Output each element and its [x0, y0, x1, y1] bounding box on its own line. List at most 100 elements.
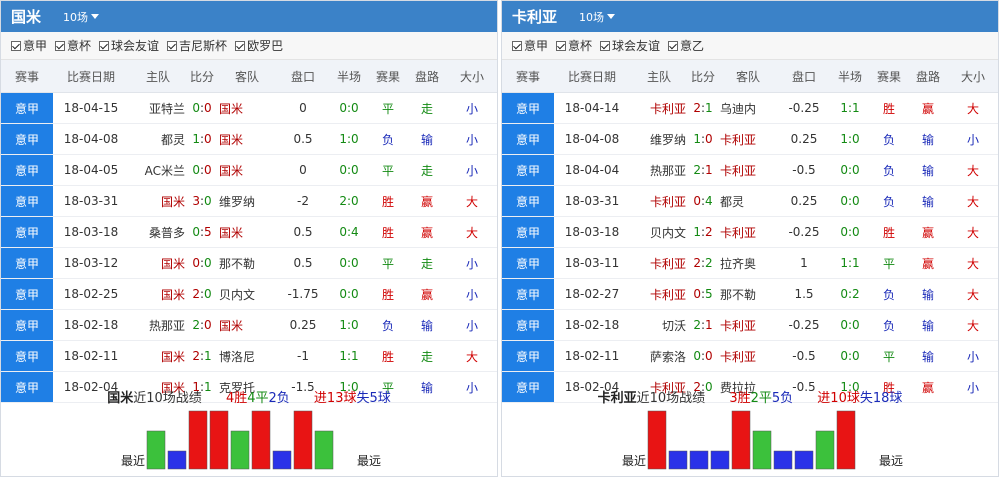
competition-cell[interactable]: 意甲: [1, 309, 53, 341]
handicap-result-cell: 走: [407, 340, 447, 372]
score-away: 1: [705, 101, 713, 115]
match-count-dropdown[interactable]: 10场: [63, 9, 100, 25]
handicap-result-cell: 赢: [407, 278, 447, 310]
result-cell: 负: [870, 185, 908, 217]
home-team-cell: 卡利亚: [630, 278, 688, 310]
filter-label: 意杯: [67, 39, 92, 53]
competition-cell[interactable]: 意甲: [502, 309, 554, 341]
table-row[interactable]: 意甲 18-02-18 热那亚 2:0 国米 0.25 1:0 负输小: [1, 309, 497, 341]
handicap-line-cell: 0: [277, 92, 329, 124]
filter-4[interactable]: 欧罗巴: [235, 37, 283, 54]
score-home: 2: [693, 256, 701, 270]
checkbox-checked-icon[interactable]: [99, 40, 110, 51]
score-cell: 0:0: [187, 92, 217, 124]
date-cell: 18-03-31: [53, 185, 129, 217]
checkbox-checked-icon[interactable]: [11, 40, 21, 51]
competition-cell[interactable]: 意甲: [502, 123, 554, 155]
competition-cell[interactable]: 意甲: [1, 123, 53, 155]
score-away: 0: [204, 101, 212, 115]
filter-3[interactable]: 吉尼斯杯: [167, 37, 227, 54]
table-row[interactable]: 意甲 18-04-05 AC米兰 0:0 国米 0 0:0 平走小: [1, 154, 497, 186]
handicap-line-cell: 1: [778, 247, 830, 279]
half-time-cell: 1:1: [329, 340, 369, 372]
score-home: 0: [192, 101, 200, 115]
table-row[interactable]: 意甲 18-03-31 国米 3:0 维罗纳 -2 2:0 胜赢大: [1, 185, 497, 217]
checkbox-checked-icon[interactable]: [668, 40, 679, 51]
filter-2[interactable]: 球会友谊: [600, 37, 660, 54]
filter-1[interactable]: 意杯: [556, 37, 592, 54]
home-team-cell: 贝内文: [630, 216, 688, 248]
checkbox-checked-icon[interactable]: [55, 40, 66, 51]
checkbox-checked-icon[interactable]: [235, 40, 246, 51]
table-row[interactable]: 意甲 18-04-14 卡利亚 2:1 乌迪内 -0.25 1:1 胜赢大: [502, 92, 998, 124]
score-cell: 3:0: [187, 185, 217, 217]
home-team-cell: 桑普多: [129, 216, 187, 248]
over-under-cell: 小: [447, 92, 497, 124]
competition-cell[interactable]: 意甲: [1, 340, 53, 372]
competition-cell[interactable]: 意甲: [1, 154, 53, 186]
table-row[interactable]: 意甲 18-02-27 卡利亚 0:5 那不勒 1.5 0:2 负输大: [502, 278, 998, 310]
home-team-cell: 热那亚: [630, 154, 688, 186]
table-row[interactable]: 意甲 18-02-25 国米 2:0 贝内文 -1.75 0:0 胜赢小: [1, 278, 497, 310]
table-row[interactable]: 意甲 18-04-08 都灵 1:0 国米 0.5 1:0 负输小: [1, 123, 497, 155]
table-row[interactable]: 意甲 18-02-18 切沃 2:1 卡利亚 -0.25 0:0 负输大: [502, 309, 998, 341]
table-row[interactable]: 意甲 18-03-31 卡利亚 0:4 都灵 0.25 0:0 负输大: [502, 185, 998, 217]
form-bar-win: [731, 410, 751, 470]
away-team-cell: 卡利亚: [718, 154, 778, 186]
filter-0[interactable]: 意甲: [11, 37, 47, 54]
match-count-dropdown[interactable]: 10场: [579, 9, 616, 25]
checkbox-checked-icon[interactable]: [600, 40, 611, 51]
competition-cell[interactable]: 意甲: [502, 216, 554, 248]
table-row[interactable]: 意甲 18-03-11 卡利亚 2:2 拉齐奥 1 1:1 平赢大: [502, 247, 998, 279]
table-row[interactable]: 意甲 18-02-11 国米 2:1 博洛尼 -1 1:1 胜走大: [1, 340, 497, 372]
match-table: 赛事 比赛日期 主队 比分 客队 盘口 半场 赛果 盘路 大小 意甲 18-04-14 卡利亚 2:1 乌…: [502, 60, 998, 403]
checkbox-checked-icon[interactable]: [167, 40, 178, 51]
handicap-result-cell: 赢: [407, 185, 447, 217]
table-row[interactable]: 意甲 18-04-04 热那亚 2:1 卡利亚 -0.5 0:0 负输大: [502, 154, 998, 186]
half-time-cell: 0:0: [329, 247, 369, 279]
table-row[interactable]: 意甲 18-04-08 维罗纳 1:0 卡利亚 0.25 1:0 负输小: [502, 123, 998, 155]
filter-3[interactable]: 意乙: [668, 37, 704, 54]
competition-cell[interactable]: 意甲: [502, 278, 554, 310]
form-bars: [647, 410, 856, 470]
over-under-cell: 大: [948, 154, 998, 186]
competition-cell[interactable]: 意甲: [502, 154, 554, 186]
away-team-cell: 卡利亚: [718, 123, 778, 155]
checkbox-checked-icon[interactable]: [512, 40, 522, 51]
competition-cell[interactable]: 意甲: [1, 278, 53, 310]
score-cell: 1:0: [688, 123, 718, 155]
result-cell: 平: [870, 247, 908, 279]
filter-0[interactable]: 意甲: [512, 37, 548, 54]
filter-2[interactable]: 球会友谊: [99, 37, 159, 54]
table-row[interactable]: 意甲 18-02-11 萨索洛 0:0 卡利亚 -0.5 0:0 平输小: [502, 340, 998, 372]
team-name: 卡利亚: [512, 8, 558, 26]
competition-cell[interactable]: 意甲: [502, 92, 554, 124]
table-row[interactable]: 意甲 18-03-12 国米 0:0 那不勒 0.5 0:0 平走小: [1, 247, 497, 279]
filter-label: 欧罗巴: [247, 39, 284, 53]
competition-cell[interactable]: 意甲: [1, 185, 53, 217]
date-cell: 18-03-18: [53, 216, 129, 248]
competition-cell[interactable]: 意甲: [502, 185, 554, 217]
competition-cell[interactable]: 意甲: [502, 247, 554, 279]
handicap-result-cell: 输: [908, 154, 948, 186]
checkbox-checked-icon[interactable]: [556, 40, 567, 51]
over-under-cell: 小: [447, 278, 497, 310]
date-cell: 18-02-27: [554, 278, 630, 310]
column-header: 赛果: [870, 60, 908, 93]
date-cell: 18-02-18: [53, 309, 129, 341]
competition-cell[interactable]: 意甲: [1, 216, 53, 248]
score-home: 2: [693, 318, 701, 332]
score-away: 4: [705, 194, 713, 208]
competition-cell[interactable]: 意甲: [1, 92, 53, 124]
column-header: 比赛日期: [554, 60, 630, 93]
handicap-result-cell: 走: [407, 154, 447, 186]
filter-1[interactable]: 意杯: [55, 37, 91, 54]
result-cell: 平: [870, 340, 908, 372]
table-row[interactable]: 意甲 18-04-15 亚特兰 0:0 国米 0 0:0 平走小: [1, 92, 497, 124]
score-away: 0: [204, 163, 212, 177]
competition-cell[interactable]: 意甲: [1, 247, 53, 279]
competition-cell[interactable]: 意甲: [502, 340, 554, 372]
table-row[interactable]: 意甲 18-03-18 桑普多 0:5 国米 0.5 0:4 胜赢大: [1, 216, 497, 248]
table-row[interactable]: 意甲 18-03-18 贝内文 1:2 卡利亚 -0.25 0:0 胜赢大: [502, 216, 998, 248]
score-home: 0: [192, 225, 200, 239]
